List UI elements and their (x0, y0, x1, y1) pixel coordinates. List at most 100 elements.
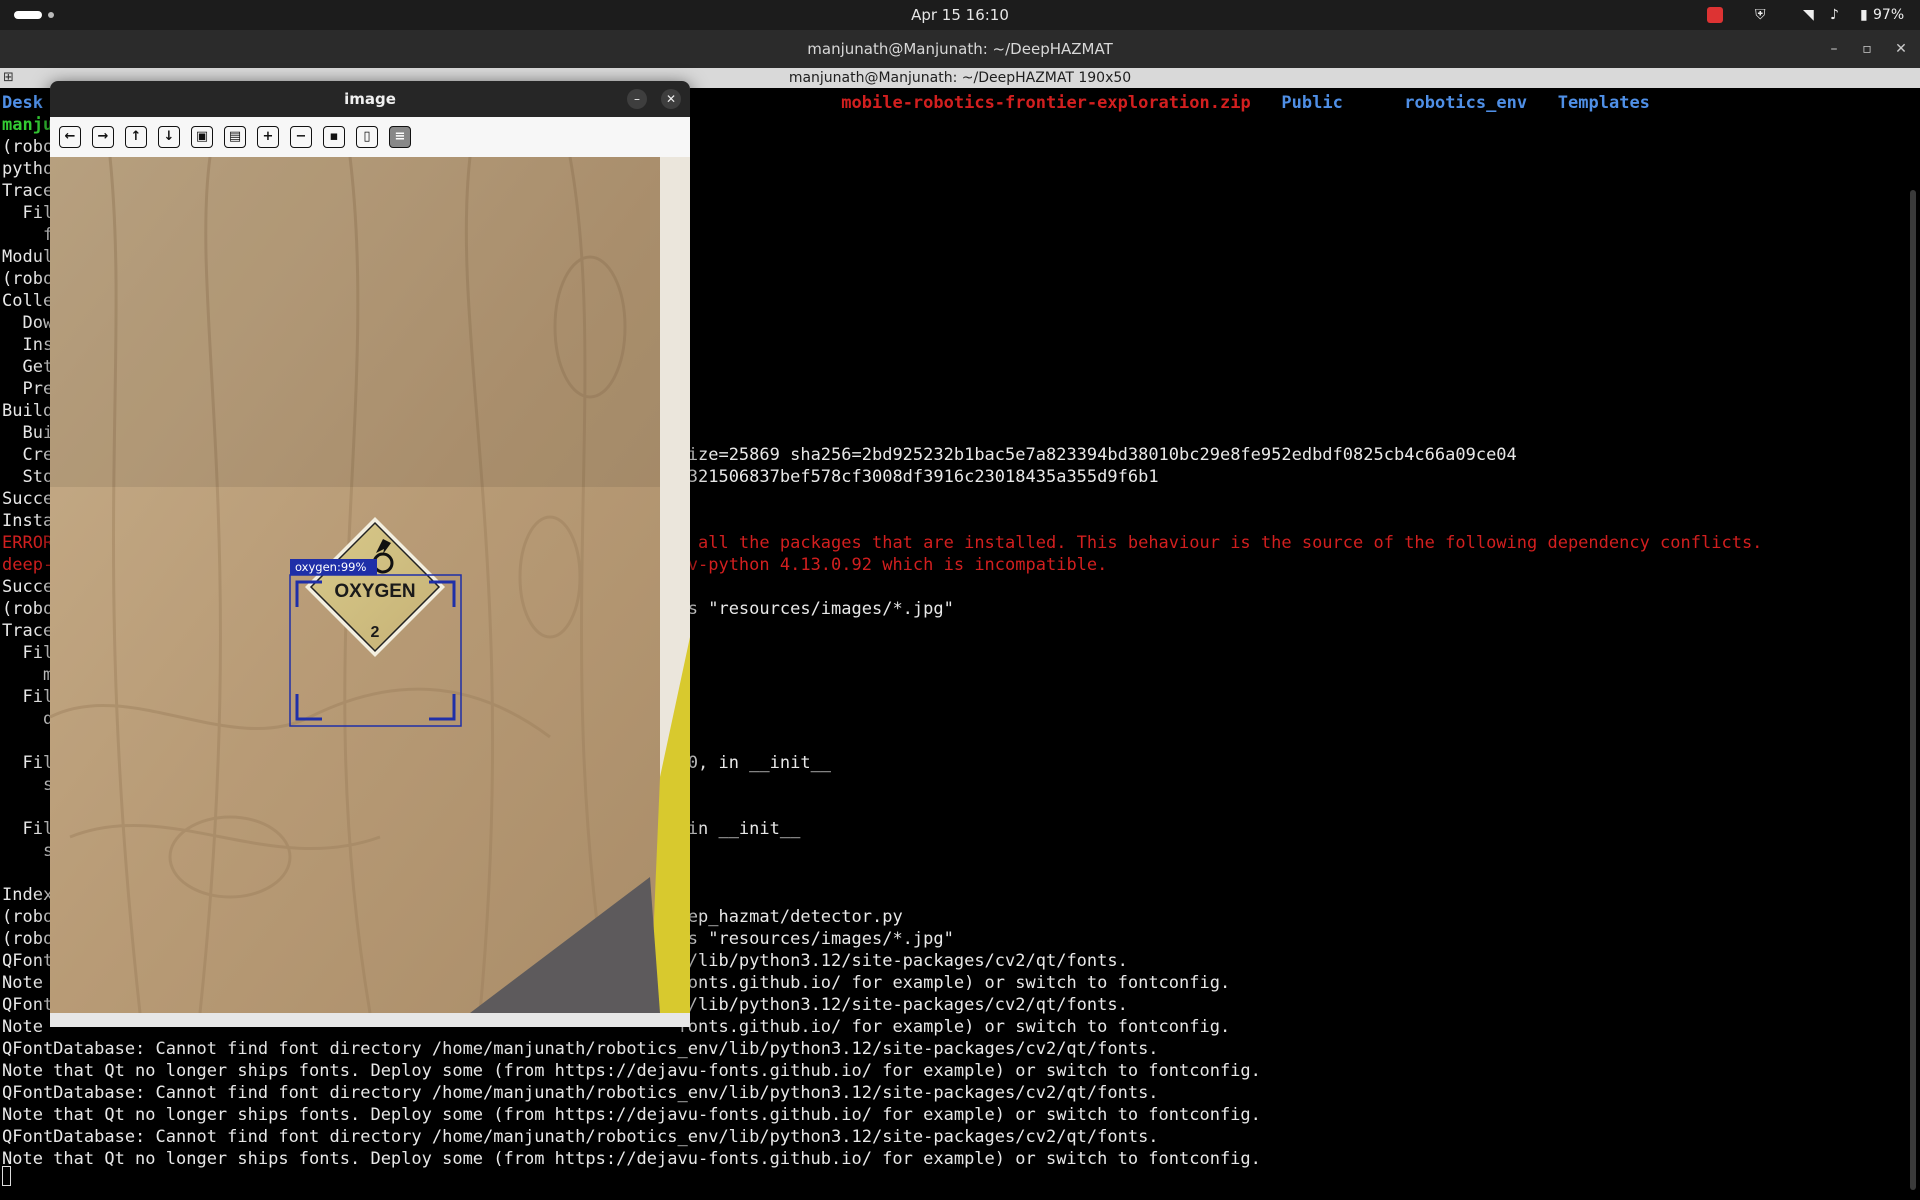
terminal-line: Note that Qt no longer ships fonts. Depl… (2, 1148, 1261, 1170)
close-icon[interactable]: ✕ (1891, 39, 1911, 59)
terminal-line-segment: Dow (2, 313, 54, 333)
properties-icon[interactable]: ≡ (389, 126, 411, 148)
terminal-scrollbar[interactable] (1910, 190, 1916, 1190)
terminal-line-segment: m (2, 665, 54, 685)
zoom-out-icon[interactable]: − (290, 126, 312, 148)
image-status-strip (50, 1013, 690, 1027)
terminal-line-segment: Bui (2, 423, 54, 443)
terminal-line: f (2, 224, 53, 246)
arrow-down-icon[interactable]: ↓ (158, 126, 180, 148)
arrow-right-icon[interactable]: → (92, 126, 114, 148)
terminal-line-segment: f (2, 225, 54, 245)
image-viewport[interactable]: OXYGEN 2 oxygen:99% (50, 157, 690, 1013)
terminal-line: QFontDatabase: Cannot find font director… (2, 1082, 1159, 1104)
terminal-line: (robo (2, 268, 53, 290)
image-window-titlebar[interactable]: image – ✕ (50, 81, 690, 117)
wifi-icon[interactable]: ◥ (1803, 6, 1814, 24)
shield-icon[interactable]: ⛨ (1755, 6, 1766, 24)
terminal-line-segment: Note that Qt no longer ships fonts. Depl… (2, 1061, 1261, 1081)
terminal-line: (robo (2, 136, 53, 158)
close-icon[interactable]: ✕ (661, 89, 681, 109)
terminal-line-segment: Fil (2, 819, 54, 839)
terminal-line: s (2, 774, 53, 796)
terminal-line: Fil (2, 202, 53, 224)
save-icon[interactable]: ▪ (323, 126, 345, 148)
image-settings-icon[interactable]: ▤ (224, 126, 246, 148)
terminal-line: QFontDatabase: Cannot find font director… (2, 1126, 1159, 1148)
terminal-line-segment (1343, 93, 1404, 113)
terminal-line: Fil (2, 686, 53, 708)
terminal-cursor (2, 1166, 11, 1186)
terminal-line-segment: QFont (2, 995, 54, 1015)
battery-percent[interactable]: 97% (1873, 6, 1904, 24)
terminal-line-segment: manju (2, 115, 54, 135)
terminal-line-segment: robotics_env (1404, 93, 1528, 113)
terminal-title-bar[interactable]: manjunath@Manjunath: ~/DeepHAZMAT – ▫ ✕ (0, 30, 1920, 68)
terminal-line-segment: Note (2, 973, 54, 993)
terminal-line-segment (1251, 93, 1282, 113)
terminal-line-segment: QFontDatabase: Cannot find font director… (2, 1083, 1159, 1103)
terminal-line: m (2, 664, 53, 686)
arrow-left-icon[interactable]: ← (59, 126, 81, 148)
terminal-line-segment: (robo (2, 929, 54, 949)
terminal-line-segment: mobile-robotics-frontier-exploration.zip (841, 93, 1251, 113)
image-window-title: image (344, 90, 396, 108)
clipboard-icon[interactable]: ▯ (356, 126, 378, 148)
terminal-line-segment: Fil (2, 643, 54, 663)
terminal-line-segment: QFont (2, 951, 54, 971)
terminal-line-segment: QFontDatabase: Cannot find font director… (2, 1039, 1159, 1059)
terminal-line-segment: d (2, 709, 54, 729)
image-window[interactable]: image – ✕ ← → ↑ ↓ ▣ ▤ + − ▪ ▯ ≡ OXYGEN 2… (50, 81, 690, 1027)
terminal-line-segment: (robo (2, 599, 54, 619)
terminal-line: Build (2, 400, 53, 422)
terminal-line: Note that Qt no longer ships fonts. Depl… (2, 1060, 1261, 1082)
image-icon[interactable]: ▣ (191, 126, 213, 148)
terminal-line-segment: Trace (2, 621, 54, 641)
terminal-line-segment: Get (2, 357, 54, 377)
minimize-icon[interactable]: – (627, 89, 647, 109)
terminal-line: Modul (2, 246, 53, 268)
terminal-line: Succe (2, 488, 53, 510)
maximize-icon[interactable]: ▫ (1857, 39, 1877, 59)
terminal-line: Note that Qt no longer ships fonts. Depl… (2, 1104, 1261, 1126)
system-top-bar: Apr 15 16:10 ⛨ ◥ ♪ ▮ 97% (0, 0, 1920, 30)
terminal-line-segment: Cre (2, 445, 54, 465)
terminal-line: Pre (2, 378, 53, 400)
terminal-line-segment: Note that Qt no longer ships fonts. Depl… (2, 1105, 1261, 1125)
terminal-line-segment (1527, 93, 1558, 113)
terminal-line: Fil (2, 642, 53, 664)
terminal-line: Insta (2, 510, 53, 532)
terminal-line: manju (2, 114, 53, 136)
terminal-line-segment: Fil (2, 203, 54, 223)
terminal-line: Ins (2, 334, 53, 356)
terminal-line: Get (2, 356, 53, 378)
shadow (50, 157, 690, 487)
terminal-line-segment: s (2, 841, 54, 861)
brave-tray-icon[interactable] (1707, 7, 1723, 23)
battery-icon[interactable]: ▮ (1860, 6, 1868, 24)
terminal-line-segment: (robo (2, 269, 54, 289)
clock[interactable]: Apr 15 16:10 (0, 0, 1920, 30)
terminal-line-segment: Index (2, 885, 54, 905)
terminal-line-segment: Fil (2, 753, 54, 773)
terminal-line: QFontDatabase: Cannot find font director… (2, 1038, 1159, 1060)
terminal-line-segment: Public (1281, 93, 1343, 113)
detection-image: OXYGEN 2 oxygen:99% (50, 157, 690, 1013)
arrow-up-icon[interactable]: ↑ (125, 126, 147, 148)
speaker-muted-icon[interactable]: ♪ (1830, 6, 1839, 24)
terminal-line-segment: Pre (2, 379, 54, 399)
minimize-icon[interactable]: – (1824, 39, 1844, 59)
terminal-line-segment: ERROR (2, 533, 54, 553)
zoom-in-icon[interactable]: + (257, 126, 279, 148)
placard-text: OXYGEN (334, 581, 415, 602)
terminal-line-segment: Note (2, 1017, 54, 1037)
terminal-line: Colle (2, 290, 53, 312)
terminal-line-segment: Templates (1557, 93, 1650, 113)
terminal-line: Succe (2, 576, 53, 598)
terminal-line-segment: Fil (2, 687, 54, 707)
terminal-line-segment: Insta (2, 511, 54, 531)
terminal-line-segment: QFontDatabase: Cannot find font director… (2, 1127, 1159, 1147)
terminal-line: s (2, 840, 53, 862)
terminal-line: d (2, 708, 53, 730)
terminal-line: Bui (2, 422, 53, 444)
